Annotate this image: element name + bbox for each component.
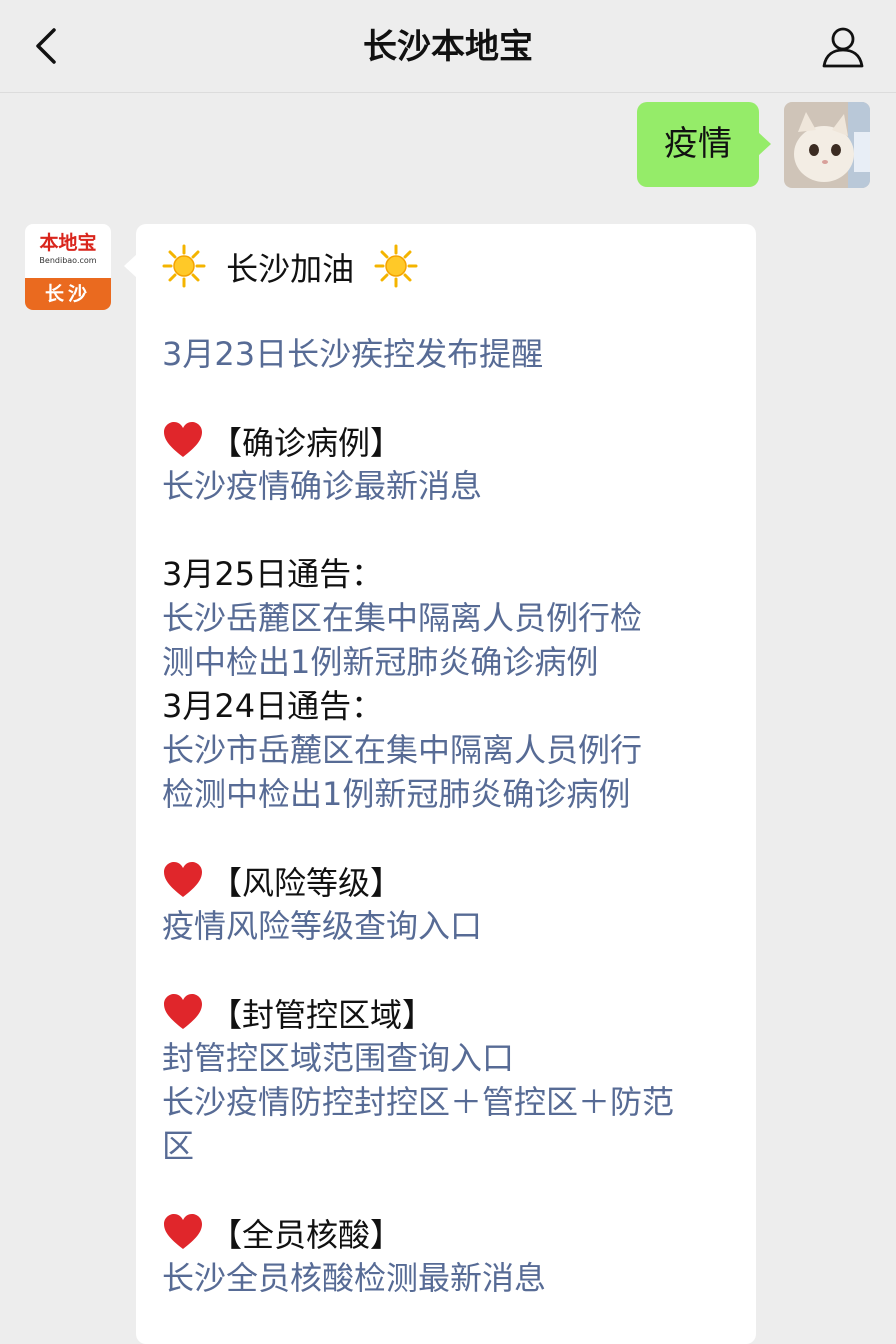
heart-icon: [164, 862, 202, 897]
person-icon: [822, 27, 864, 68]
risk-level-link[interactable]: 疫情风险等级查询入口: [162, 904, 482, 948]
notice-0325-link-line-2[interactable]: 测中检出1例新冠肺炎确诊病例: [162, 640, 598, 684]
chat-title: 长沙本地宝: [363, 27, 533, 67]
cat-avatar-image: [784, 102, 870, 188]
section-heading-risk: 【风险等级】: [162, 860, 402, 905]
reminder-link[interactable]: 3月23日长沙疾控发布提醒: [162, 332, 543, 376]
sun-icon: [162, 244, 206, 288]
control-zones-link-line-1[interactable]: 长沙疫情防控封控区＋管控区＋防范: [162, 1080, 674, 1124]
sun-icon: [374, 244, 418, 288]
confirmed-news-link[interactable]: 长沙疫情确诊最新消息: [162, 464, 482, 508]
nucleic-test-link[interactable]: 长沙全员核酸检测最新消息: [162, 1256, 546, 1300]
profile-button[interactable]: [820, 24, 866, 70]
section-heading-control: 【封管控区域】: [162, 992, 434, 1037]
section-label: 【确诊病例】: [210, 424, 403, 462]
reply-title-line: 长沙加油: [162, 244, 418, 291]
notice-date-0324: 3月24日通告：: [162, 687, 384, 725]
notice-date-0325: 3月25日通告：: [162, 555, 384, 593]
section-label: 【封管控区域】: [210, 996, 435, 1034]
control-zones-link-line-2[interactable]: 区: [162, 1124, 194, 1168]
control-area-link[interactable]: 封管控区域范围查询入口: [162, 1036, 514, 1080]
section-label: 【风险等级】: [210, 864, 403, 902]
bendibao-logo: 本地宝 Bendibao.com: [25, 224, 111, 274]
notice-0324-link-line-2[interactable]: 检测中检出1例新冠肺炎确诊病例: [162, 772, 630, 816]
logo-brand: 本地宝: [39, 232, 97, 254]
section-heading-confirmed: 【确诊病例】: [162, 420, 402, 465]
bendibao-avatar[interactable]: 本地宝 Bendibao.com 长沙: [25, 224, 111, 310]
reply-title: 长沙加油: [226, 250, 355, 288]
notice-0324-link-line-1[interactable]: 长沙市岳麓区在集中隔离人员例行: [162, 728, 642, 772]
heart-icon: [164, 1214, 202, 1249]
outgoing-message-bubble[interactable]: 疫情: [637, 102, 771, 187]
nav-bar: 长沙本地宝: [0, 0, 896, 93]
logo-domain: Bendibao.com: [39, 256, 97, 265]
logo-city: 长沙: [25, 278, 111, 310]
my-avatar[interactable]: [784, 102, 870, 188]
heart-icon: [164, 994, 202, 1029]
section-label: 【全员核酸】: [210, 1216, 403, 1254]
notice-0325-link-line-1[interactable]: 长沙岳麓区在集中隔离人员例行检: [162, 596, 642, 640]
heart-icon: [164, 422, 202, 457]
section-heading-testing: 【全员核酸】: [162, 1212, 402, 1257]
outgoing-message-text: 疫情: [664, 124, 732, 164]
